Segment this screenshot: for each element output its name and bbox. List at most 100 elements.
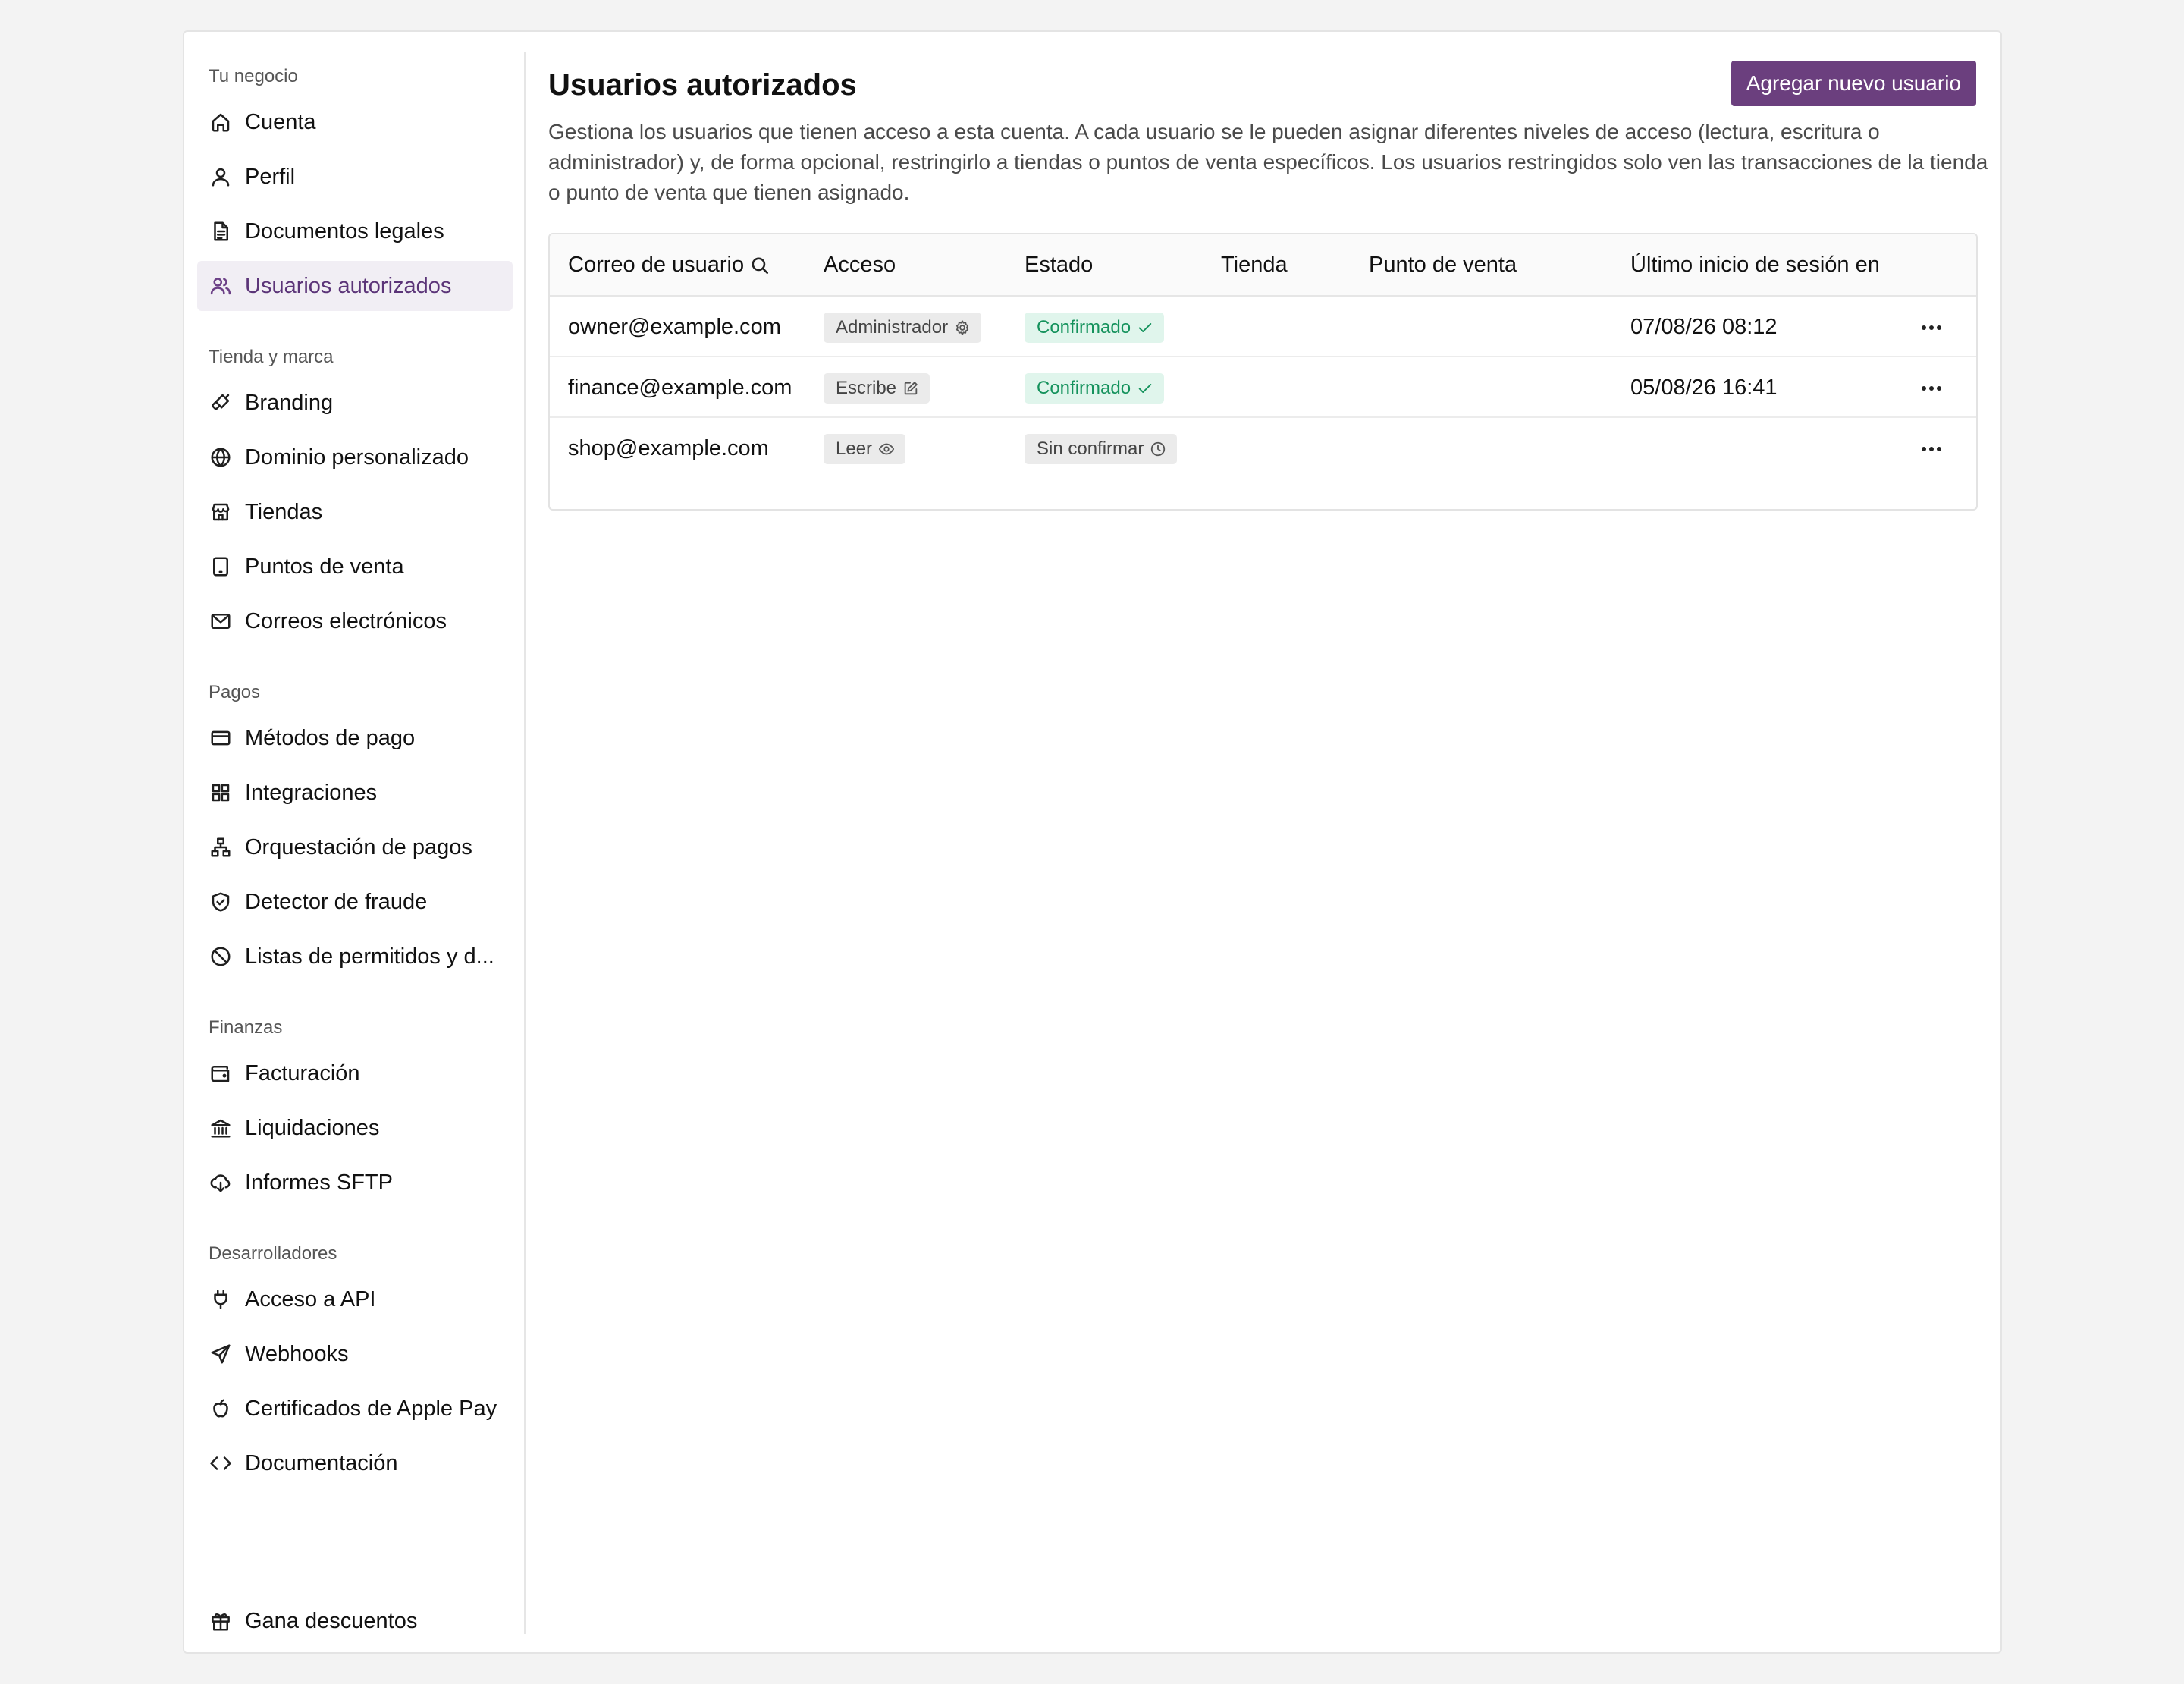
page-title: Usuarios autorizados [548,68,857,102]
sidebar-item-webhooks[interactable]: Webhooks [197,1329,513,1379]
sidebar-item-usuarios-autorizados[interactable]: Usuarios autorizados [197,261,513,311]
sidebar-divider [524,52,526,1634]
user-icon [209,165,233,189]
sidebar-item-label: Perfil [245,164,296,189]
column-header-email[interactable]: Correo de usuario [568,234,770,295]
sidebar-item-label: Informes SFTP [245,1170,393,1195]
nav-group: Pagos Métodos de pago Integraciones Orquest… [184,680,524,982]
sidebar-item-liquidaciones[interactable]: Liquidaciones [197,1103,513,1153]
page: Tu negocio Cuenta Perfil Documentos legales… [0,0,2184,1684]
check-icon [1137,319,1153,336]
check-icon [1137,380,1153,397]
sidebar-item-informes-sftp[interactable]: Informes SFTP [197,1158,513,1208]
access-cell: Administrador [824,297,982,357]
nav-group-title: Desarrolladores [209,1243,337,1264]
sidebar-item-listas-de-permitidos-y-d[interactable]: Listas de permitidos y d... [197,932,513,982]
sidebar-item-facturacion[interactable]: Facturación [197,1048,513,1098]
status-badge: Confirmado [1025,313,1165,344]
edit-icon [902,380,919,397]
table-row[interactable]: shop@example.com Leer Sin confirmar [550,418,1976,479]
sidebar-item-correos-electronicos[interactable]: Correos electrónicos [197,596,513,646]
document-icon [209,219,233,243]
sidebar-item-tiendas[interactable]: Tiendas [197,487,513,537]
status-cell: Confirmado [1025,357,1165,418]
access-badge-label: Leer [836,438,873,460]
column-header-email-label: Correo de usuario [568,253,745,277]
apple-icon [209,1397,233,1421]
globe-icon [209,445,233,470]
eye-icon [878,441,895,457]
sidebar-item-label: Documentación [245,1450,398,1475]
access-badge: Escribe [824,373,930,404]
sidebar-item-label: Tiendas [245,499,323,524]
sidebar-item-label: Métodos de pago [245,725,416,750]
code-icon [209,1451,233,1475]
table-row[interactable]: owner@example.com Administrador Confirmado… [550,297,1976,357]
sidebar-item-branding[interactable]: Branding [197,378,513,428]
gift-icon [209,1609,233,1633]
access-badge-label: Escribe [836,378,897,399]
nav-group-title: Tienda y marca [209,347,334,367]
more-options-icon[interactable] [1915,432,1948,466]
nav-group: Tienda y marca Branding Dominio personaliz… [184,344,524,646]
table-body: owner@example.com Administrador Confirmado… [550,297,1976,479]
status-badge-label: Confirmado [1037,317,1131,338]
sidebar-item-integraciones[interactable]: Integraciones [197,768,513,818]
sidebar-item-dominio-personalizado[interactable]: Dominio personalizado [197,432,513,482]
wallet-icon [209,1061,233,1085]
column-header-last-login: Último inicio de sesión en [1630,253,1880,277]
sidebar-item-perfil[interactable]: Perfil [197,152,513,202]
nav-group-title: Tu negocio [209,66,298,86]
send-icon [209,1342,233,1366]
access-badge-label: Administrador [836,317,949,338]
add-user-button[interactable]: Agregar nuevo usuario [1731,61,1976,106]
access-badge: Leer [824,434,906,465]
sidebar-item-puntos-de-venta[interactable]: Puntos de venta [197,542,513,592]
sidebar-item-acceso-a-api[interactable]: Acceso a API [197,1274,513,1324]
sidebar-item-label: Gana descuentos [245,1608,418,1633]
column-header-status: Estado [1025,253,1094,277]
sidebar-item-documentacion[interactable]: Documentación [197,1438,513,1488]
store-icon [209,500,233,524]
sidebar-item-metodos-de-pago[interactable]: Métodos de pago [197,713,513,763]
user-email: finance@example.com [568,375,792,400]
access-badge: Administrador [824,313,982,344]
row-actions [1915,418,1948,479]
page-description: Gestiona los usuarios que tienen acceso … [548,120,1988,204]
row-actions [1915,297,1948,357]
sidebar-item-certificados-de-apple-pay[interactable]: Certificados de Apple Pay [197,1384,513,1434]
sidebar-item-label: Usuarios autorizados [245,273,452,298]
sidebar-item-label: Documentos legales [245,218,444,243]
nav-group: Tu negocio Cuenta Perfil Documentos legales… [184,64,524,311]
nav-group: Desarrolladores Acceso a API Webhooks Certi… [184,1241,524,1488]
brush-icon [209,391,233,415]
bank-icon [209,1116,233,1140]
search-icon[interactable] [750,256,770,275]
mail-icon [209,609,233,633]
sidebar-item-cuenta[interactable]: Cuenta [197,97,513,147]
sidebar-item-gana-descuentos[interactable]: Gana descuentos [197,1596,513,1646]
user-email: owner@example.com [568,315,781,339]
sidebar-item-label: Orquestación de pagos [245,834,472,859]
sidebar-item-detector-de-fraude[interactable]: Detector de fraude [197,877,513,927]
credit-card-icon [209,726,233,750]
access-cell: Leer [824,418,906,479]
last-login: 07/08/26 08:12 [1630,315,1778,339]
ban-icon [209,944,233,969]
sidebar-item-orquestacion-de-pagos[interactable]: Orquestación de pagos [197,822,513,872]
more-options-icon[interactable] [1915,372,1948,405]
column-header-store: Tienda [1221,253,1288,277]
sidebar-item-label: Liquidaciones [245,1115,380,1140]
users-icon [209,274,233,298]
plug-icon [209,1287,233,1312]
column-header-pos: Punto de venta [1369,253,1517,277]
nav-group-title: Finanzas [209,1017,283,1038]
last-login: 05/08/26 16:41 [1630,375,1778,400]
sidebar-item-label: Cuenta [245,109,316,134]
home-icon [209,110,233,134]
sidebar-item-documentos-legales[interactable]: Documentos legales [197,206,513,256]
status-cell: Sin confirmar [1025,418,1178,479]
table-row[interactable]: finance@example.com Escribe Confirmado 05/0… [550,357,1976,418]
more-options-icon[interactable] [1915,311,1948,344]
tablet-icon [209,555,233,579]
